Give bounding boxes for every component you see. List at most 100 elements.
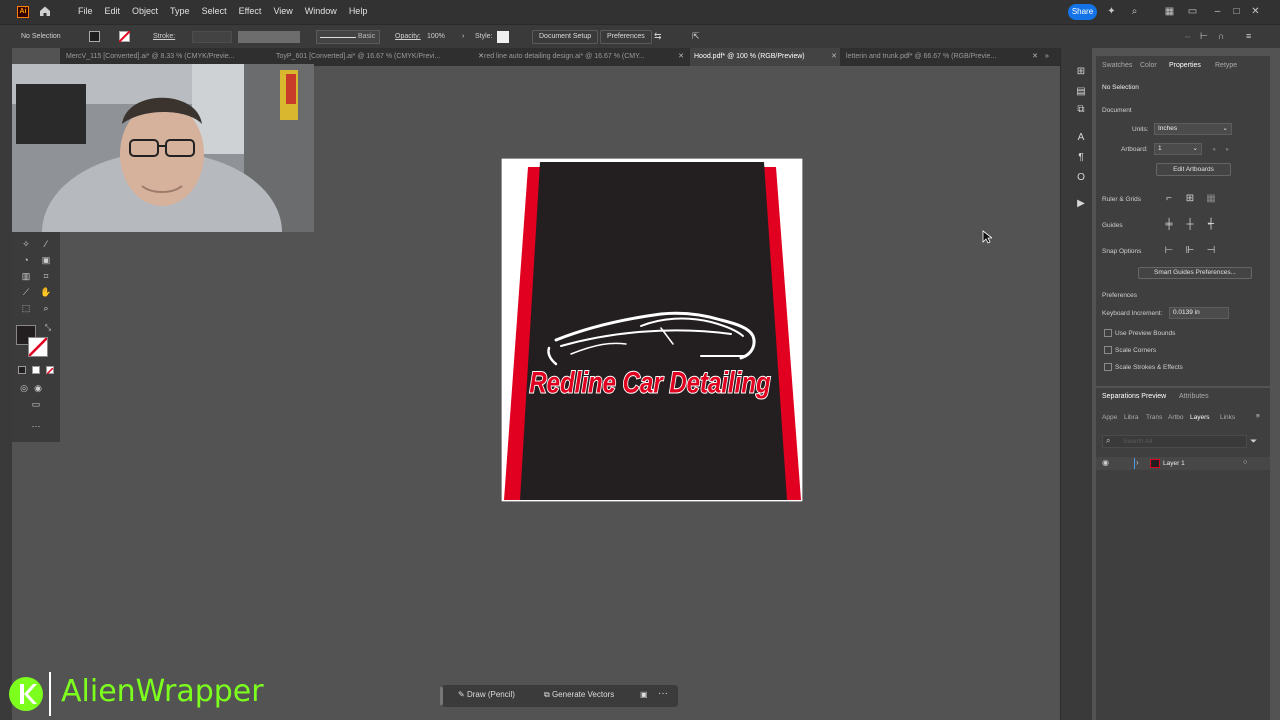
screen-mode-icon[interactable]: ▭ xyxy=(30,398,42,410)
menu-file[interactable]: File xyxy=(72,6,99,16)
menu-effect[interactable]: Effect xyxy=(233,6,268,16)
hand-icon[interactable]: ✋ xyxy=(40,286,52,298)
use-preview-bounds-checkbox[interactable] xyxy=(1104,329,1112,337)
visibility-eye-icon[interactable]: ◉ xyxy=(1102,458,1109,467)
column-graph-icon[interactable]: ▥ xyxy=(20,270,32,282)
stroke-swatch[interactable] xyxy=(119,31,130,42)
scale-strokes-checkbox[interactable] xyxy=(1104,363,1112,371)
keyboard-increment-field[interactable]: 0.0139 in xyxy=(1169,307,1229,319)
tab-swatches[interactable]: Swatches xyxy=(1102,62,1132,69)
tab-properties[interactable]: Properties xyxy=(1169,62,1201,69)
snap-to-pixel-icon[interactable]: ⊩ xyxy=(1184,245,1196,257)
align-icon[interactable]: ⇔ xyxy=(1183,31,1192,41)
layer-name[interactable]: Layer 1 xyxy=(1163,460,1185,467)
filter-icon[interactable]: ⏷ xyxy=(1250,436,1257,447)
blend-tool-icon[interactable]: ◔ xyxy=(20,254,32,266)
opentype-panel-icon[interactable]: O xyxy=(1075,172,1087,184)
transform-icon[interactable]: ⊢ xyxy=(1200,31,1208,42)
smart-guides-preferences-button[interactable]: Smart Guides Preferences... xyxy=(1138,267,1252,279)
chevron-right-icon[interactable]: › xyxy=(462,33,464,40)
menu-type[interactable]: Type xyxy=(164,6,196,16)
smart-guides-icon[interactable]: ┽ xyxy=(1205,219,1217,231)
close-icon[interactable]: ✕ xyxy=(1249,5,1262,18)
artboard-dropdown[interactable]: 1 ⌄ xyxy=(1154,143,1202,155)
menu-help[interactable]: Help xyxy=(343,6,374,16)
draw-pencil-button[interactable]: ✎ Draw (Pencil) xyxy=(458,690,515,699)
tab-links[interactable]: Links xyxy=(1220,414,1235,421)
none-mode-icon[interactable] xyxy=(46,366,54,375)
artboard-tool-icon[interactable]: ⌗ xyxy=(40,270,52,282)
document-setup-button[interactable]: Document Setup xyxy=(532,30,599,44)
tab-close-icon[interactable]: ✕ xyxy=(678,48,684,66)
gallery-icon[interactable]: ▣ xyxy=(640,690,648,699)
arrange-icon[interactable]: ⇆ xyxy=(654,31,662,42)
tab-retype[interactable]: Retype xyxy=(1215,62,1237,69)
tab-color[interactable]: Color xyxy=(1140,62,1157,69)
menu-edit[interactable]: Edit xyxy=(99,6,127,16)
rulers-icon[interactable]: ⌐ xyxy=(1163,193,1175,205)
menu-window[interactable]: Window xyxy=(299,6,343,16)
selection-tool-icon[interactable]: ⬚ xyxy=(20,302,32,314)
gradient-mode-icon[interactable] xyxy=(32,366,40,374)
snap-to-glyph-icon[interactable]: ⊣ xyxy=(1205,245,1217,257)
graphic-style-swatch[interactable] xyxy=(497,31,509,43)
lock-guides-icon[interactable]: ┼ xyxy=(1184,219,1196,231)
symbol-sprayer-icon[interactable]: ▣ xyxy=(40,254,52,266)
tab-close-icon[interactable]: ✕ xyxy=(831,48,837,66)
asset-export-icon[interactable]: ⧉ xyxy=(1075,104,1087,116)
draw-normal-icon[interactable]: ◎ xyxy=(18,382,30,394)
brush-definition-dropdown[interactable]: Basic xyxy=(316,30,380,44)
snap-to-point-icon[interactable]: ⊢ xyxy=(1163,245,1175,257)
opacity-label[interactable]: Opacity: xyxy=(395,33,421,40)
maximize-icon[interactable]: □ xyxy=(1230,5,1243,18)
more-options-icon[interactable]: ··· xyxy=(658,688,668,699)
tabs-overflow-icon[interactable]: » xyxy=(1045,48,1057,66)
tab-attributes[interactable]: Attributes xyxy=(1179,393,1209,400)
tab-separations-preview[interactable]: Separations Preview xyxy=(1102,393,1166,400)
artboard-hood[interactable]: Redline Car Detailing xyxy=(501,158,803,502)
stroke-weight-field[interactable] xyxy=(192,31,232,43)
export-icon[interactable]: ⇱ xyxy=(692,31,700,42)
tab-appearance[interactable]: Appe xyxy=(1102,414,1117,421)
tab-hood[interactable]: Hood.pdf* @ 100 % (RGB/Preview) ✕ xyxy=(690,48,840,66)
units-dropdown[interactable]: Inches ⌄ xyxy=(1154,123,1232,135)
eyedropper-icon[interactable]: ⁄ xyxy=(40,238,52,250)
expand-layer-icon[interactable]: › xyxy=(1136,458,1139,467)
tab-libraries[interactable]: Libra xyxy=(1124,414,1138,421)
actions-panel-icon[interactable]: ▶ xyxy=(1075,198,1087,210)
layer-row[interactable]: ◉ › Layer 1 ○ xyxy=(1096,457,1270,470)
tab-artboards[interactable]: Artbo xyxy=(1168,414,1184,421)
zoom-icon[interactable]: ⌕ xyxy=(40,302,52,314)
prev-artboard-icon[interactable]: ◂ xyxy=(1212,145,1215,153)
minimize-icon[interactable]: – xyxy=(1211,5,1224,18)
home-icon[interactable] xyxy=(38,4,52,18)
target-circle-icon[interactable]: ○ xyxy=(1243,459,1247,466)
arrange-documents-icon[interactable]: ▦ xyxy=(1163,5,1176,18)
menu-view[interactable]: View xyxy=(267,6,298,16)
generate-vectors-button[interactable]: ⧉ Generate Vectors xyxy=(544,690,614,700)
edit-artboards-button[interactable]: Edit Artboards xyxy=(1156,163,1231,176)
menu-select[interactable]: Select xyxy=(196,6,233,16)
grid-icon[interactable]: ⊞ xyxy=(1184,193,1196,205)
tab-transform[interactable]: Trans xyxy=(1146,414,1162,421)
artboards-panel-icon[interactable]: ⊞ xyxy=(1075,66,1087,78)
scale-corners-checkbox[interactable] xyxy=(1104,346,1112,354)
slice-tool-icon[interactable]: ⟋ xyxy=(20,286,32,298)
preferences-button[interactable]: Preferences xyxy=(600,30,652,44)
fill-swatch[interactable] xyxy=(89,31,100,42)
color-mode-icon[interactable] xyxy=(18,366,26,374)
edit-toolbar-icon[interactable]: ··· xyxy=(30,420,42,432)
share-button[interactable]: Share xyxy=(1068,4,1097,20)
tab-layers[interactable]: Layers xyxy=(1190,414,1210,421)
workspace-switcher-icon[interactable]: ▭ xyxy=(1186,5,1199,18)
libraries-panel-icon[interactable]: ▤ xyxy=(1075,86,1087,98)
magic-wand-icon[interactable]: ✧ xyxy=(20,238,32,250)
panel-menu-icon[interactable]: ≡ xyxy=(1246,31,1251,41)
show-guides-icon[interactable]: ╪ xyxy=(1163,219,1175,231)
shape-builder-icon[interactable]: ∩ xyxy=(1218,31,1224,41)
swap-colors-icon[interactable]: ⤡ xyxy=(42,322,54,334)
opacity-value[interactable]: 100% xyxy=(427,33,445,40)
variable-width-profile[interactable] xyxy=(238,31,300,43)
tab-close-icon[interactable]: ✕ xyxy=(1032,48,1038,66)
panel-menu-icon[interactable]: ≡ xyxy=(1256,413,1260,420)
